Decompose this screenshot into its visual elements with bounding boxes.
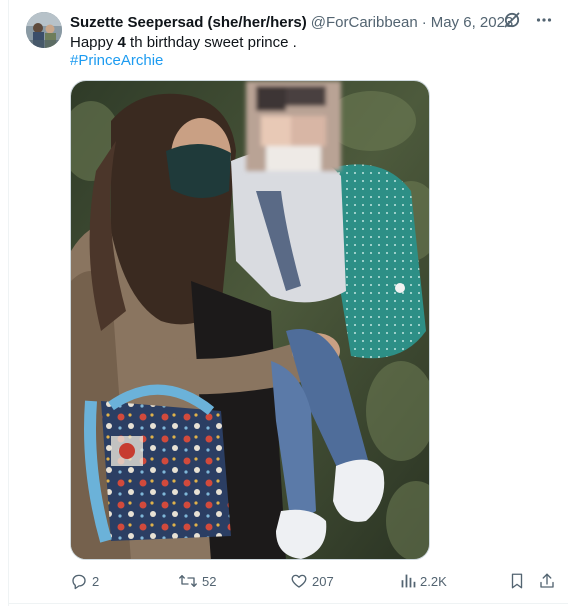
tweet-header: Suzette Seepersad (she/her/hers) @ForCar… bbox=[70, 12, 513, 32]
share-icon bbox=[540, 573, 554, 588]
bookmark-icon bbox=[511, 573, 523, 589]
tweet-photo[interactable] bbox=[70, 80, 430, 560]
repost-count: 52 bbox=[202, 573, 217, 589]
tweet-text-number: 4 bbox=[117, 34, 126, 51]
share-button[interactable] bbox=[538, 570, 556, 592]
views-count: 2.2K bbox=[420, 573, 447, 589]
repost-button[interactable]: 52 bbox=[178, 570, 216, 592]
reply-button[interactable]: 2 bbox=[70, 570, 99, 592]
heart-icon bbox=[291, 574, 307, 588]
views-chart-icon bbox=[401, 574, 416, 588]
repost-icon bbox=[179, 575, 197, 587]
reply-icon bbox=[72, 574, 86, 590]
like-button[interactable]: 207 bbox=[290, 570, 334, 592]
views-button[interactable]: 2.2K bbox=[400, 570, 447, 592]
author-handle[interactable]: @ForCaribbean bbox=[311, 14, 418, 31]
tweet-divider bbox=[8, 603, 568, 604]
tweet-text-end: th birthday sweet prince . bbox=[125, 34, 297, 51]
tweet-action-bar: 2 52 207 2.2K bbox=[70, 570, 558, 592]
like-count: 207 bbox=[312, 573, 334, 589]
grok-icon[interactable] bbox=[502, 10, 522, 30]
photo-illustration bbox=[71, 81, 429, 559]
hashtag-link[interactable]: #PrinceArchie bbox=[70, 51, 163, 71]
separator-dot: · bbox=[421, 13, 427, 31]
author-display-name[interactable]: Suzette Seepersad (she/her/hers) bbox=[70, 14, 307, 31]
more-options-icon[interactable] bbox=[534, 10, 554, 30]
header-actions bbox=[502, 10, 554, 30]
tweet-text-start: Happy bbox=[70, 34, 118, 51]
tweet-date[interactable]: May 6, 2023 bbox=[431, 14, 514, 31]
avatar[interactable] bbox=[26, 12, 62, 48]
avatar-image bbox=[26, 12, 62, 48]
reply-count: 2 bbox=[92, 573, 100, 589]
bookmark-button[interactable] bbox=[509, 570, 525, 592]
tweet-text: Happy 4 th birthday sweet prince . bbox=[70, 33, 297, 53]
